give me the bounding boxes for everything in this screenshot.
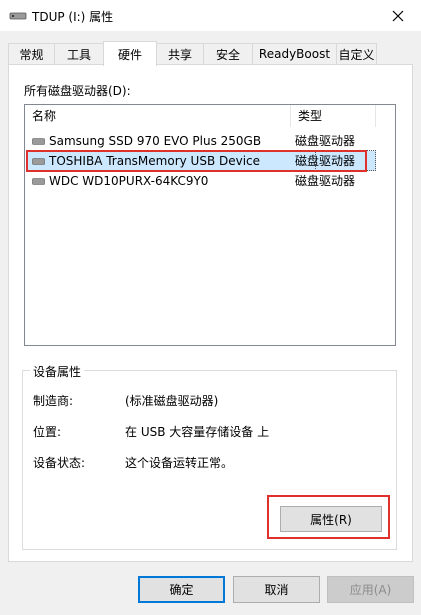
location-value: 在 USB 大容量存储设备 上	[125, 425, 270, 439]
list-item[interactable]: WDC WD10PURX-64KC9Y0 磁盘驱动器	[26, 171, 376, 191]
tab-tools[interactable]: 工具	[54, 43, 104, 64]
tab-security[interactable]: 安全	[203, 43, 253, 64]
list-item-selected[interactable]: TOSHIBA TransMemory USB Device 磁盘驱动器	[26, 151, 376, 171]
close-icon	[392, 10, 404, 21]
drive-icon	[9, 12, 27, 20]
drive-type: 磁盘驱动器	[295, 134, 356, 148]
location-label: 位置:	[33, 425, 62, 439]
manufacturer-value: (标准磁盘驱动器)	[125, 394, 219, 408]
manufacturer-label: 制造商:	[33, 394, 74, 408]
column-header-name[interactable]: 名称	[25, 105, 291, 127]
device-properties-title: 设备属性	[30, 363, 85, 380]
status-value: 这个设备运转正常。	[125, 456, 234, 470]
drive-type: 磁盘驱动器	[295, 174, 356, 188]
tab-hardware[interactable]: 硬件	[103, 41, 157, 66]
properties-button[interactable]: 属性(R)	[280, 506, 382, 532]
ok-button[interactable]: 确定	[138, 576, 225, 603]
drives-list-title: 所有磁盘驱动器(D):	[24, 84, 131, 98]
drive-icon	[32, 178, 45, 185]
tab-strip: 常规 工具 硬件 共享 安全 ReadyBoost 自定义	[8, 41, 413, 66]
cancel-button[interactable]: 取消	[233, 576, 320, 603]
window-title: TDUP (I:) 属性	[32, 10, 114, 24]
column-header-type[interactable]: 类型	[291, 105, 376, 127]
list-item[interactable]: Samsung SSD 970 EVO Plus 250GB 磁盘驱动器	[26, 131, 376, 151]
drive-name: WDC WD10PURX-64KC9Y0	[49, 174, 209, 188]
tab-sharing[interactable]: 共享	[156, 43, 204, 64]
drives-listview[interactable]: 名称 类型 Samsung SSD 970 EVO Plus 250GB 磁盘驱…	[24, 104, 396, 346]
tab-readyboost[interactable]: ReadyBoost	[252, 43, 337, 64]
drive-name: TOSHIBA TransMemory USB Device	[49, 154, 261, 168]
tab-customize[interactable]: 自定义	[336, 43, 377, 64]
close-button[interactable]	[375, 0, 421, 31]
drive-icon	[32, 138, 45, 145]
drive-type: 磁盘驱动器	[295, 154, 356, 168]
tab-general[interactable]: 常规	[8, 43, 55, 64]
title-bar: TDUP (I:) 属性	[0, 0, 421, 31]
column-separator[interactable]	[375, 105, 376, 127]
drive-icon	[32, 158, 45, 165]
apply-button[interactable]: 应用(A)	[327, 576, 414, 603]
status-label: 设备状态:	[33, 456, 86, 470]
drive-name: Samsung SSD 970 EVO Plus 250GB	[49, 134, 262, 148]
